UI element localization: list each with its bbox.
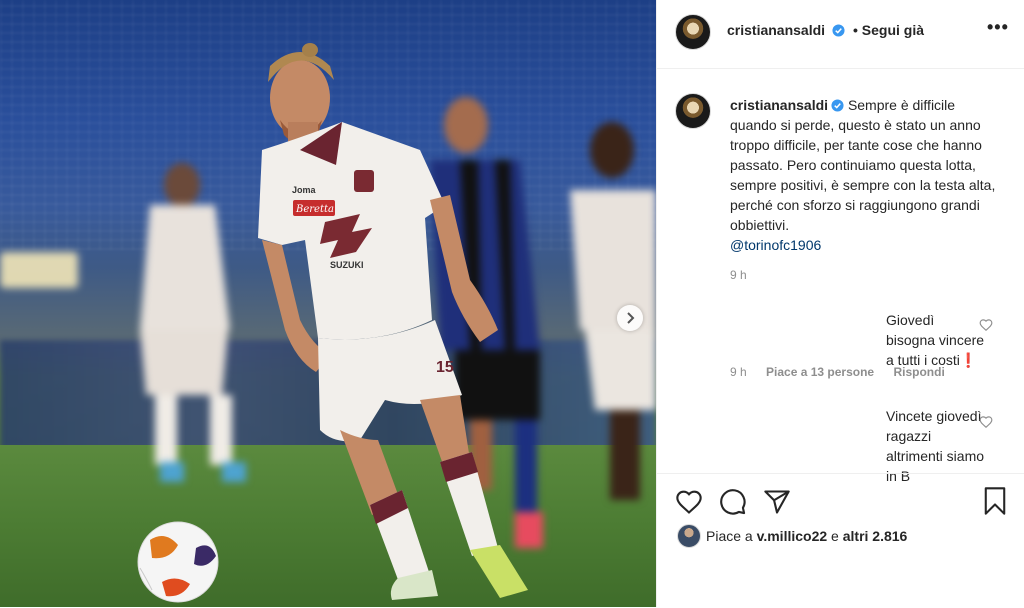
- caption-author-username[interactable]: cristianansaldi: [730, 97, 844, 113]
- post-caption: cristianansaldi Sempre è difficile quand…: [730, 95, 1000, 255]
- follow-status-button[interactable]: • Segui già: [853, 22, 924, 38]
- svg-text:SUZUKI: SUZUKI: [330, 260, 364, 270]
- svg-text:15: 15: [436, 359, 454, 376]
- comment-text: Giovedì bisogna vincere a tutti i costi❗: [886, 312, 985, 368]
- comment-icon[interactable]: [719, 488, 747, 516]
- author-avatar[interactable]: [675, 14, 711, 50]
- reply-button[interactable]: Rispondi: [893, 365, 944, 379]
- bookmark-icon[interactable]: [981, 486, 1009, 516]
- background-player-right: [570, 122, 656, 500]
- background-player-left: [140, 163, 246, 482]
- svg-text:Joma: Joma: [292, 185, 317, 195]
- caption-text: Sempre è difficile quando si perde, ques…: [730, 97, 996, 233]
- chevron-right-icon: [627, 312, 635, 324]
- post-details-panel: cristianansaldi • Segui già ••• cristian…: [656, 0, 1024, 607]
- next-image-button[interactable]: [617, 305, 643, 331]
- likes-summary: Piace a v.millico22 e altri 2.816: [706, 528, 908, 544]
- comment-1-meta: 9 h Piace a 13 persone Rispondi: [730, 365, 945, 379]
- likes-count-link[interactable]: altri 2.816: [843, 528, 908, 544]
- post-image[interactable]: Beretta Joma SUZUKI 15: [0, 0, 656, 607]
- caption-author-avatar[interactable]: [675, 93, 711, 129]
- comment-1: Giovedì bisogna vincere a tutti i costi❗: [730, 310, 985, 370]
- football: [137, 521, 219, 603]
- svg-text:Beretta: Beretta: [295, 204, 334, 215]
- comment-like-heart-icon[interactable]: [979, 415, 993, 429]
- comment-likes-link[interactable]: Piace a 13 persone: [766, 365, 874, 379]
- players-illustration: Beretta Joma SUZUKI 15: [137, 43, 656, 603]
- liker-username[interactable]: v.millico22: [757, 528, 828, 544]
- verified-badge-icon: [831, 99, 844, 112]
- share-icon[interactable]: [763, 488, 791, 516]
- liker-avatar[interactable]: [677, 524, 701, 548]
- post-header: cristianansaldi • Segui già •••: [657, 0, 1024, 69]
- comment-like-heart-icon[interactable]: [979, 318, 993, 332]
- heart-icon[interactable]: [675, 488, 703, 516]
- mention-link[interactable]: @torinofc1906: [730, 237, 821, 253]
- caption-timestamp: 9 h: [730, 268, 747, 282]
- post-actions-bar: Piace a v.millico22 e altri 2.816: [657, 473, 1024, 608]
- verified-badge-icon: [832, 24, 845, 37]
- more-options-button[interactable]: •••: [987, 17, 1009, 38]
- comment-timestamp: 9 h: [730, 365, 747, 379]
- author-username[interactable]: cristianansaldi: [727, 22, 845, 38]
